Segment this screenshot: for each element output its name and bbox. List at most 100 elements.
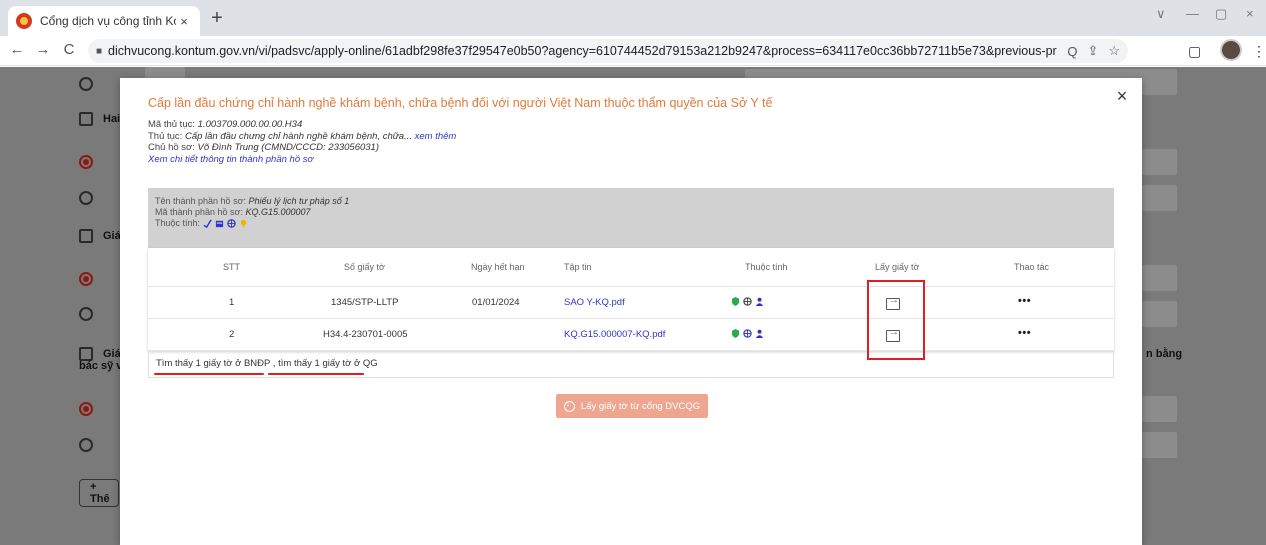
bg-radio: [79, 438, 93, 452]
bg-row-label-right: n bằng: [1146, 348, 1183, 360]
bg-field: [1142, 432, 1177, 458]
modal-close-icon[interactable]: ×: [1112, 86, 1132, 107]
browser-tabstrip: Cổng dịch vụ công tỉnh Kon Tum × + ∨ — ▢…: [0, 0, 1266, 36]
row-attribute-icons: [731, 328, 764, 339]
reload-button[interactable]: C: [60, 41, 78, 58]
view-details-link[interactable]: Xem chi tiết thông tin thành phần hồ sơ: [148, 154, 313, 165]
thu-tuc-label: Thủ tục:: [148, 130, 185, 142]
found-separator: ,: [270, 358, 279, 369]
component-name-label: Tên thành phần hồ sơ:: [155, 196, 249, 206]
bg-row-label: Hai: [103, 113, 121, 125]
get-from-dvcqg-button[interactable]: Lấy giấy tờ từ cổng DVCQG: [556, 394, 708, 418]
header-thao-tac: Thao tác: [1014, 262, 1050, 272]
forward-button[interactable]: →: [34, 41, 52, 58]
row-stt: 2: [229, 329, 235, 340]
header-stt: STT: [223, 262, 240, 272]
bg-radio: [79, 307, 93, 321]
table-row: 1 1345/STP-LLTP 01/01/2024 SAO Y-KQ.pdf …: [148, 287, 1114, 319]
component-code-value: KQ.G15.000007: [245, 207, 311, 217]
see-more-link[interactable]: xem thêm: [415, 131, 457, 142]
tab-search-icon[interactable]: ∨: [1156, 6, 1166, 22]
thu-tuc-value: Cấp lần đầu chưng chỉ hành nghề khám bện…: [184, 130, 415, 142]
bg-field: [1142, 185, 1177, 211]
row-so-giay-to: 1345/STP-LLTP: [331, 297, 399, 308]
bg-row-label: Giá: [103, 230, 121, 242]
found-qg-text: tìm thấy 1 giấy tờ ở QG: [278, 358, 378, 369]
tab-title: Cổng dịch vụ công tỉnh Kon Tum: [40, 14, 176, 28]
get-button-label: Lấy giấy tờ từ cổng DVCQG: [580, 400, 701, 412]
bg-field: [1142, 301, 1177, 327]
minimize-button[interactable]: —: [1186, 6, 1199, 21]
zoom-icon[interactable]: Q: [1067, 44, 1077, 59]
download-circle-icon: [563, 399, 575, 412]
site-favicon-icon: [16, 13, 32, 29]
chu-ho-so-value: Võ Đình Trung (CMND/CCCD: 233056031): [197, 142, 379, 153]
component-name-value: Phiếu lý lịch tư pháp số 1: [248, 196, 350, 206]
component-attr-label: Thuộc tính:: [155, 218, 203, 228]
header-so-giay-to: Số giấy tờ: [344, 262, 385, 272]
row-file-link[interactable]: KQ.G15.000007-KQ.pdf: [564, 329, 665, 340]
documents-table: STT Số giấy tờ Ngày hết hạn Tập tin Thuộ…: [148, 248, 1114, 351]
header-tap-tin: Tập tin: [564, 262, 592, 272]
address-bar: ← → C ■ dichvucong.kontum.gov.vn/vi/pads…: [0, 36, 1266, 66]
browser-menu-icon[interactable]: ⋮: [1252, 43, 1266, 60]
bg-checkbox: [79, 112, 93, 126]
row-so-giay-to: H34.4-230701-0005: [323, 329, 408, 340]
row-file-link[interactable]: SAO Y-KQ.pdf: [564, 297, 625, 308]
globe-icon: [743, 297, 752, 306]
chu-ho-so-label: Chủ hồ sơ:: [148, 142, 198, 153]
procedure-info: Mã thủ tục: 1.003709.000.00.00.H34 Thủ t…: [148, 119, 456, 165]
side-panel-icon[interactable]: ▢: [1188, 43, 1201, 60]
bg-radio: [79, 77, 93, 91]
maximize-button[interactable]: ▢: [1215, 6, 1227, 22]
bg-radio-selected: [79, 402, 93, 416]
person-icon: [755, 329, 764, 338]
header-lay-giay-to: Lấy giấy tờ: [875, 262, 920, 272]
row-stt: 1: [229, 297, 235, 308]
header-thuoc-tinh: Thuộc tính: [745, 262, 788, 272]
profile-avatar[interactable]: [1220, 39, 1242, 61]
found-bndp-text: Tìm thấy 1 giấy tờ ở BNĐP: [156, 358, 271, 369]
bookmark-star-icon[interactable]: ☆: [1108, 43, 1120, 59]
new-tab-button[interactable]: +: [206, 7, 228, 30]
annotation-underline: [154, 373, 264, 375]
tab-close-icon[interactable]: ×: [176, 14, 192, 29]
shield-check-icon: [731, 296, 740, 306]
bg-checkbox: [79, 229, 93, 243]
row-ngay-het-han: 01/01/2024: [472, 297, 520, 308]
table-header: STT Số giấy tờ Ngày hết hạn Tập tin Thuộ…: [148, 248, 1114, 287]
bg-field: [1142, 396, 1177, 422]
share-icon[interactable]: ⇪: [1087, 43, 1098, 59]
modal-title: Cấp lần đầu chứng chỉ hành nghề khám bện…: [148, 96, 773, 110]
url-text[interactable]: dichvucong.kontum.gov.vn/vi/padsvc/apply…: [108, 44, 1057, 58]
back-button[interactable]: ←: [8, 41, 26, 58]
highlight-box: [867, 280, 925, 360]
person-icon: [755, 297, 764, 306]
bg-radio-selected: [79, 272, 93, 286]
bulb-icon: [240, 220, 246, 228]
bg-radio: [79, 191, 93, 205]
component-code-label: Mã thành phần hồ sơ:: [155, 207, 246, 217]
row-attribute-icons: [731, 296, 764, 307]
row-actions-menu[interactable]: •••: [1018, 327, 1031, 339]
ma-thu-tuc-label: Mã thủ tục:: [148, 119, 198, 130]
globe-icon: [743, 329, 752, 338]
document-modal: × Cấp lần đầu chứng chỉ hành nghề khám b…: [120, 78, 1142, 545]
calendar-icon: [215, 220, 223, 228]
annotation-underline: [268, 373, 364, 375]
component-info: Tên thành phần hồ sơ: Phiếu lý lịch tư p…: [148, 188, 1114, 248]
browser-tab[interactable]: Cổng dịch vụ công tỉnh Kon Tum ×: [8, 6, 200, 36]
bg-add-button: + Thê: [79, 479, 119, 507]
row-actions-menu[interactable]: •••: [1018, 295, 1031, 307]
signature-icon: [203, 219, 212, 229]
globe-icon: [226, 219, 236, 228]
header-ngay-het-han: Ngày hết hạn: [471, 262, 525, 272]
bg-checkbox: [79, 347, 93, 361]
bg-row-label: Giá: [103, 348, 121, 360]
bg-field: [1142, 265, 1177, 291]
close-window-button[interactable]: ×: [1246, 6, 1254, 21]
url-field[interactable]: ■ dichvucong.kontum.gov.vn/vi/padsvc/app…: [88, 39, 1128, 63]
shield-check-icon: [731, 328, 740, 338]
lock-icon: ■: [96, 45, 103, 57]
table-row: 2 H34.4-230701-0005 KQ.G15.000007-KQ.pdf…: [148, 319, 1114, 351]
